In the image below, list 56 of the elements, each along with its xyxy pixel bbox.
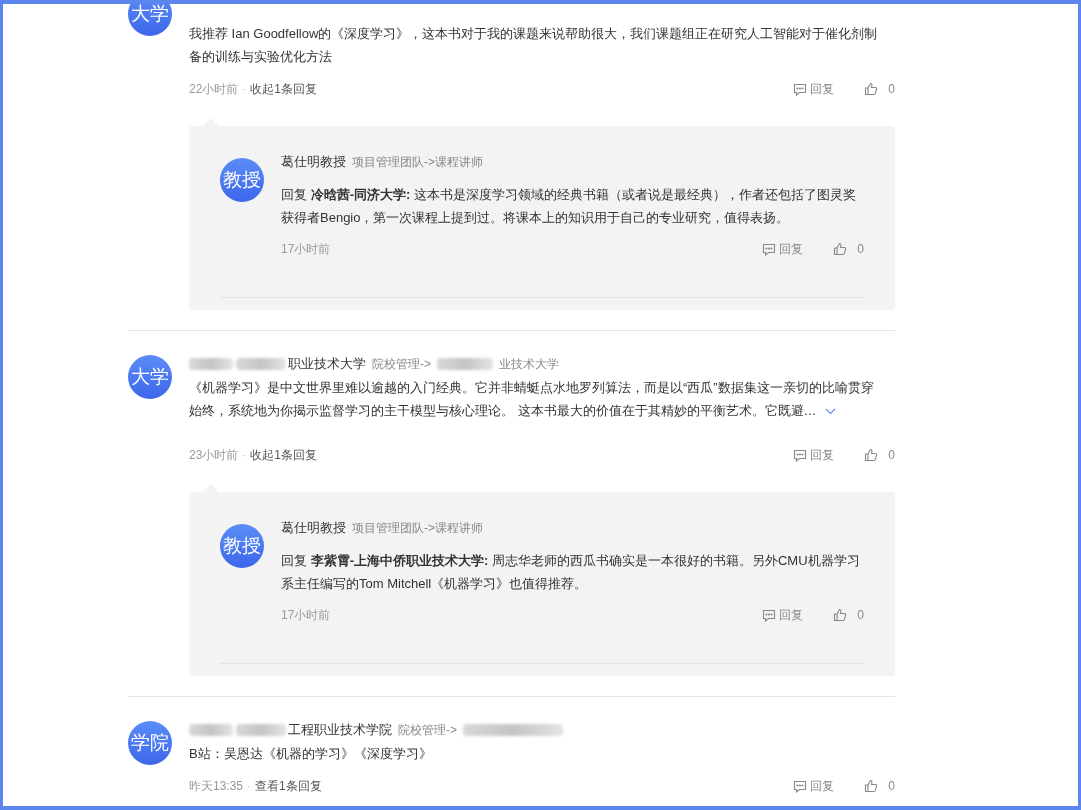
comment-icon [793, 82, 808, 96]
author-role: 院校管理-> [398, 722, 457, 739]
reply-button[interactable]: 回复 [793, 446, 835, 464]
reply-button[interactable]: 回复 [793, 80, 835, 98]
blurred-text-drawing [437, 358, 493, 370]
comment-icon [762, 242, 777, 256]
separator-dot: · [242, 81, 247, 98]
thumbs-up-icon [864, 779, 879, 793]
thumbs-up-icon [864, 448, 879, 462]
author-role: 项目管理团队->课程讲师 [352, 520, 483, 537]
author-name: 葛仕明教授 [281, 519, 346, 538]
comment-text: B站：吴恩达《机器的学习》《深度学习》 [189, 745, 433, 763]
reply-text: 回复 冷晗茜-同济大学: 这本书是深度学习领域的经典书籍（或者说是最经典），作者还包括了图灵奖获得者Bengio，第一次课程上提到过。将课本上的知识用于自己的专业研究，值得表扬。 [281, 186, 857, 227]
blurred-text-drawing [189, 358, 233, 370]
timestamp: 17小时前 [281, 607, 331, 624]
avatar: 大学 [128, 4, 172, 36]
separator-dot: · [242, 447, 247, 464]
replies-toggle-link[interactable]: 收起1条回复 [250, 80, 318, 98]
comment-icon [793, 779, 808, 793]
author-name: 工程职业技术学院 [288, 721, 392, 740]
replies-toggle-link[interactable]: 收起1条回复 [250, 446, 318, 464]
thumbs-up-icon [833, 608, 848, 622]
comment-text: 我推荐 Ian Goodfellow的《深度学习》，这本书对于我的课题来说帮助很大，我们课题组正在研究人工智能对于催化剂制备的训练与实验优化方法 [189, 25, 879, 66]
thumbs-up-icon [833, 242, 848, 256]
timestamp: 17小时前 [281, 241, 331, 258]
chevron-down-icon[interactable] [824, 408, 836, 416]
timestamp: 22小时前 [189, 81, 239, 98]
avatar: 学院 [128, 721, 172, 765]
like-button[interactable]: 0 [833, 240, 864, 258]
like-button[interactable]: 0 [833, 606, 864, 624]
avatar: 教授 [220, 524, 264, 568]
comment-icon [793, 448, 808, 462]
like-button[interactable]: 0 [864, 446, 895, 464]
author-name: 葛仕明教授 [281, 153, 346, 172]
reply-button[interactable]: 回复 [762, 606, 804, 624]
blurred-text-drawing [189, 724, 233, 736]
author-role: 项目管理团队->课程讲师 [352, 154, 483, 171]
comment-text: 《机器学习》是中文世界里难以逾越的入门经典。它并非蜻蜓点水地罗列算法，而是以“西瓜”数据集这一亲切的比喻贯穿始终，系统地为你揭示监督学习的主干模型与核心理论。 这本书最大的价值在于其精妙的平衡艺术。它既避… [189, 379, 875, 420]
like-button[interactable]: 0 [864, 80, 895, 98]
reply-text: 回复 李紫霄-上海中侨职业技术大学: 周志华老师的西瓜书确实是一本很好的书籍。另外CMU机器学习系主任编写的Tom Mitchell《机器学习》也值得推荐。 [281, 552, 861, 593]
separator-dot: · [247, 778, 252, 795]
reply-button[interactable]: 回复 [793, 777, 835, 795]
author-name: 职业技术大学 [288, 355, 366, 374]
avatar: 大学 [128, 355, 172, 399]
author-role: 业技术大学 [499, 356, 559, 373]
blurred-text-drawing [236, 724, 286, 736]
avatar: 教授 [220, 158, 264, 202]
comment-icon [762, 608, 777, 622]
timestamp: 23小时前 [189, 447, 239, 464]
reply-button[interactable]: 回复 [762, 240, 804, 258]
like-button[interactable]: 0 [864, 777, 895, 795]
blurred-text-drawing [236, 358, 286, 370]
author-role: 院校管理-> [372, 356, 431, 373]
timestamp: 昨天13:35 [189, 778, 244, 795]
thumbs-up-icon [864, 82, 879, 96]
replies-toggle-link[interactable]: 查看1条回复 [255, 777, 322, 795]
